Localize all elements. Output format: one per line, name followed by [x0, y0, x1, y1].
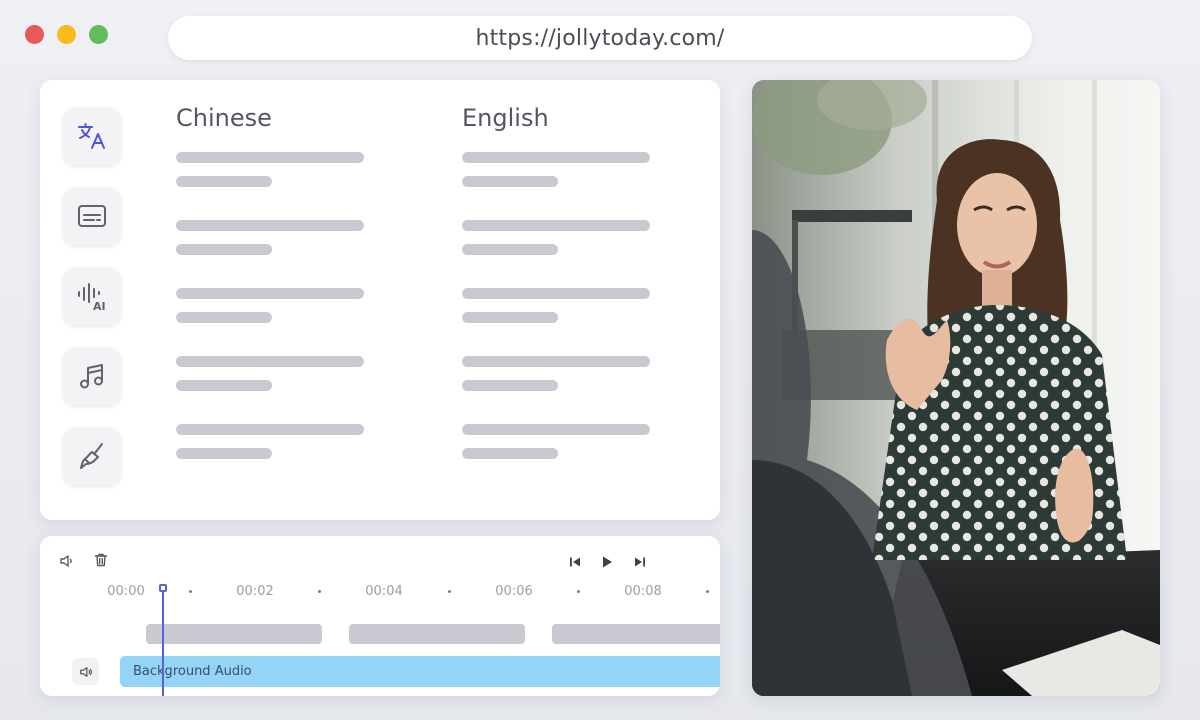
- minimize-window-button[interactable]: [57, 25, 76, 44]
- trash-icon: [94, 553, 108, 567]
- delete-button[interactable]: [92, 551, 110, 569]
- target-line-placeholder: [462, 288, 650, 299]
- volume-icon: [79, 666, 92, 677]
- time-tick-label: 00:00: [107, 584, 145, 599]
- target-language-title: English: [462, 104, 549, 132]
- tick-dot: [189, 590, 192, 593]
- clean-tool-button[interactable]: [63, 427, 121, 485]
- tick-dot: [706, 590, 709, 593]
- source-line-placeholder: [176, 424, 364, 435]
- source-line-placeholder: [176, 448, 272, 459]
- source-line-placeholder: [176, 220, 364, 231]
- skip-forward-button[interactable]: [631, 553, 649, 571]
- speaker-photo: [752, 80, 1160, 696]
- target-line-placeholder: [462, 424, 650, 435]
- address-bar[interactable]: https://jollytoday.com/: [168, 16, 1032, 60]
- address-url: https://jollytoday.com/: [475, 25, 725, 51]
- track-volume-button[interactable]: [72, 658, 99, 685]
- timeline-panel: 00:00 00:02 00:04 00:06 00:08 Background…: [40, 536, 720, 696]
- source-language-title: Chinese: [176, 104, 272, 132]
- subtitle-clip[interactable]: [552, 624, 720, 644]
- subtitle-clip[interactable]: [146, 624, 322, 644]
- brush-icon: [80, 443, 103, 469]
- playhead-handle[interactable]: [159, 584, 167, 592]
- ai-voice-tool-button[interactable]: AI: [63, 267, 121, 325]
- translate-icon: [78, 123, 105, 149]
- target-line-placeholder: [462, 448, 558, 459]
- time-tick-label: 00:04: [365, 584, 403, 599]
- time-tick-label: 00:06: [495, 584, 533, 599]
- play-button[interactable]: [598, 553, 616, 571]
- tick-dot: [448, 590, 451, 593]
- subtitles-tool-button[interactable]: [63, 187, 121, 245]
- skip-forward-icon: [635, 557, 645, 567]
- tick-dot: [318, 590, 321, 593]
- audio-track-label: Background Audio: [133, 664, 252, 679]
- source-line-placeholder: [176, 312, 272, 323]
- target-line-placeholder: [462, 356, 650, 367]
- play-icon: [603, 556, 612, 568]
- translation-panel: AI Chinese English: [40, 80, 720, 520]
- playhead[interactable]: [162, 586, 164, 696]
- music-icon: [80, 364, 103, 389]
- target-line-placeholder: [462, 244, 558, 255]
- music-tool-button[interactable]: [63, 347, 121, 405]
- close-window-button[interactable]: [25, 25, 44, 44]
- target-line-placeholder: [462, 176, 558, 187]
- svg-text:AI: AI: [93, 300, 106, 312]
- source-line-placeholder: [176, 176, 272, 187]
- maximize-window-button[interactable]: [89, 25, 108, 44]
- subtitles-icon: [78, 205, 106, 227]
- target-line-placeholder: [462, 220, 650, 231]
- translate-tool-button[interactable]: [63, 107, 121, 165]
- source-line-placeholder: [176, 152, 364, 163]
- speaker-photo-image: [752, 80, 1160, 696]
- volume-icon: [60, 555, 72, 567]
- source-line-placeholder: [176, 244, 272, 255]
- source-line-placeholder: [176, 356, 364, 367]
- volume-button[interactable]: [58, 552, 76, 570]
- tick-dot: [577, 590, 580, 593]
- skip-back-button[interactable]: [566, 553, 584, 571]
- time-tick-label: 00:08: [624, 584, 662, 599]
- target-line-placeholder: [462, 380, 558, 391]
- subtitle-clip[interactable]: [349, 624, 525, 644]
- source-line-placeholder: [176, 288, 364, 299]
- source-line-placeholder: [176, 380, 272, 391]
- target-line-placeholder: [462, 312, 558, 323]
- target-line-placeholder: [462, 152, 650, 163]
- skip-back-icon: [570, 557, 580, 567]
- background-audio-track[interactable]: Background Audio: [120, 656, 720, 687]
- ai-voice-icon: AI: [78, 283, 106, 312]
- time-tick-label: 00:02: [236, 584, 274, 599]
